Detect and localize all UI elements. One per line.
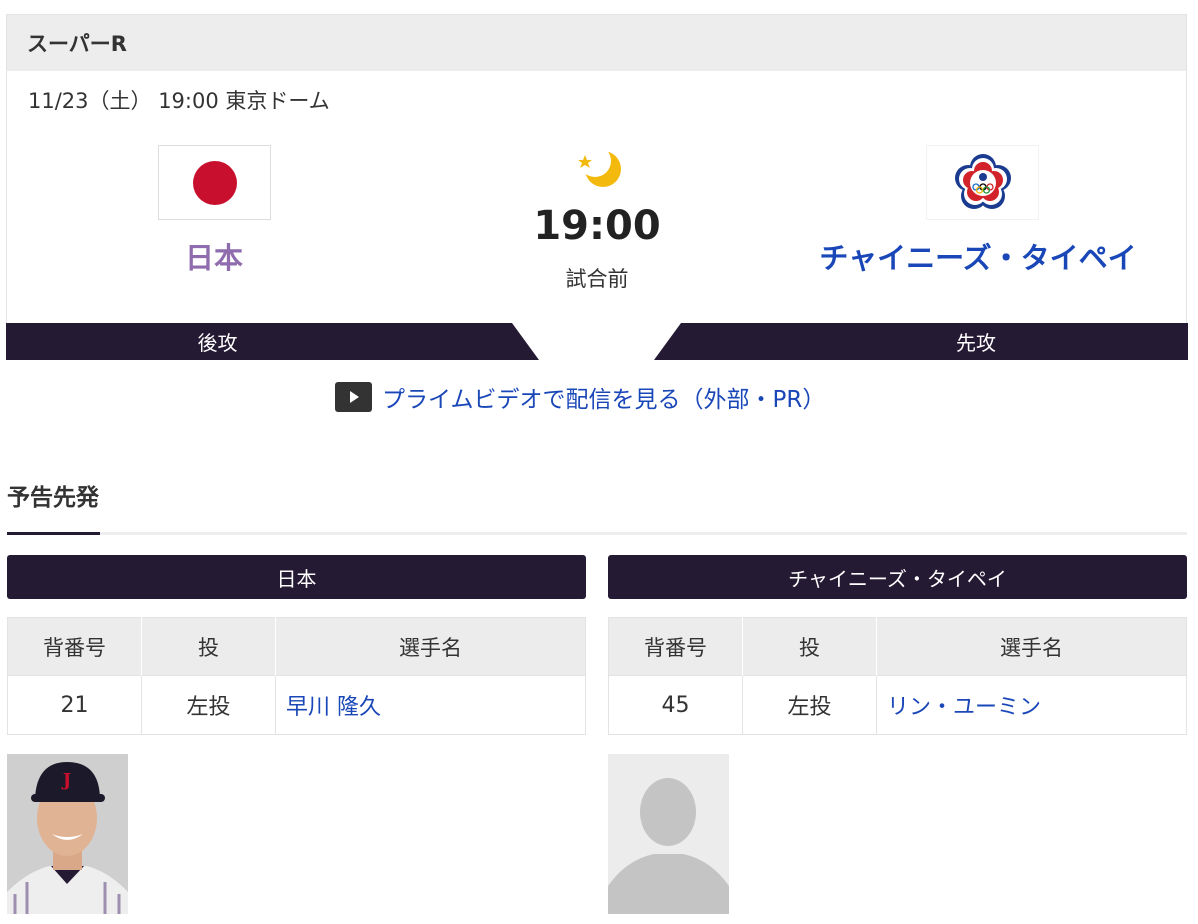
home-pitcher-photo[interactable]: J — [7, 754, 128, 914]
pitcher-number: 45 — [608, 675, 743, 735]
away-team-name[interactable]: チャイニーズ・タイペイ — [777, 235, 1179, 277]
player-column-header: 選手名 — [275, 617, 586, 676]
pitcher-number: 21 — [7, 675, 142, 735]
pitcher-name-link[interactable]: リン・ユーミン — [876, 675, 1187, 735]
series-header: スーパーR — [7, 15, 1186, 71]
away-pitcher-block: チャイニーズ・タイペイ 背番号 投 選手名 45 左投 リン・ユーミン — [608, 555, 1187, 735]
hand-column-header: 投 — [141, 617, 276, 676]
away-role-label: 先攻 — [956, 331, 996, 355]
game-card: スーパーR 11/23（土） 19:00 東京ドーム 日本 19:00 試合前 — [6, 14, 1188, 360]
home-pitcher-block: 日本 背番号 投 選手名 21 左投 早川 隆久 — [7, 555, 586, 735]
table-row: 21 左投 早川 隆久 — [7, 675, 586, 735]
game-time: 19:00 — [533, 203, 661, 249]
away-pitcher-team-label: チャイニーズ・タイペイ — [788, 566, 1007, 591]
home-role-label: 後攻 — [197, 331, 238, 355]
home-batting-order-bar: 後攻 — [6, 323, 539, 360]
play-icon[interactable] — [335, 382, 372, 412]
game-info: 11/23（土） 19:00 東京ドーム — [28, 89, 330, 113]
away-pitcher-team-header: チャイニーズ・タイペイ — [608, 555, 1187, 599]
number-column-header: 背番号 — [7, 617, 142, 676]
table-header-row: 背番号 投 選手名 — [7, 617, 586, 676]
section-title: 予告先発 — [7, 485, 99, 511]
home-pitcher-table: 背番号 投 選手名 21 左投 早川 隆久 — [7, 617, 586, 735]
pitcher-name-link[interactable]: 早川 隆久 — [275, 675, 586, 735]
pitcher-hand: 左投 — [141, 675, 276, 735]
home-pitcher-team-header: 日本 — [7, 555, 586, 599]
japan-flag-icon — [158, 145, 271, 220]
table-header-row: 背番号 投 選手名 — [608, 617, 1187, 676]
player-column-header: 選手名 — [876, 617, 1187, 676]
away-pitcher-photo-placeholder[interactable] — [608, 754, 729, 914]
pitcher-hand: 左投 — [742, 675, 877, 735]
table-row: 45 左投 リン・ユーミン — [608, 675, 1187, 735]
chinese-taipei-flag-icon — [926, 145, 1039, 220]
number-column-header: 背番号 — [608, 617, 743, 676]
home-team-name[interactable]: 日本 — [103, 235, 325, 277]
svg-text:J: J — [61, 770, 72, 791]
away-pitcher-table: 背番号 投 選手名 45 左投 リン・ユーミン — [608, 617, 1187, 735]
moon-star-icon — [577, 145, 627, 197]
game-status: 試合前 — [565, 267, 629, 291]
home-pitcher-team-label: 日本 — [276, 566, 317, 591]
stream-link[interactable]: プライムビデオで配信を見る（外部・PR） — [335, 380, 825, 414]
section-divider — [7, 532, 1187, 535]
series-label: スーパーR — [27, 32, 127, 56]
away-batting-order-bar: 先攻 — [654, 323, 1188, 360]
hand-column-header: 投 — [742, 617, 877, 676]
stream-link-label[interactable]: プライムビデオで配信を見る（外部・PR） — [382, 380, 825, 414]
